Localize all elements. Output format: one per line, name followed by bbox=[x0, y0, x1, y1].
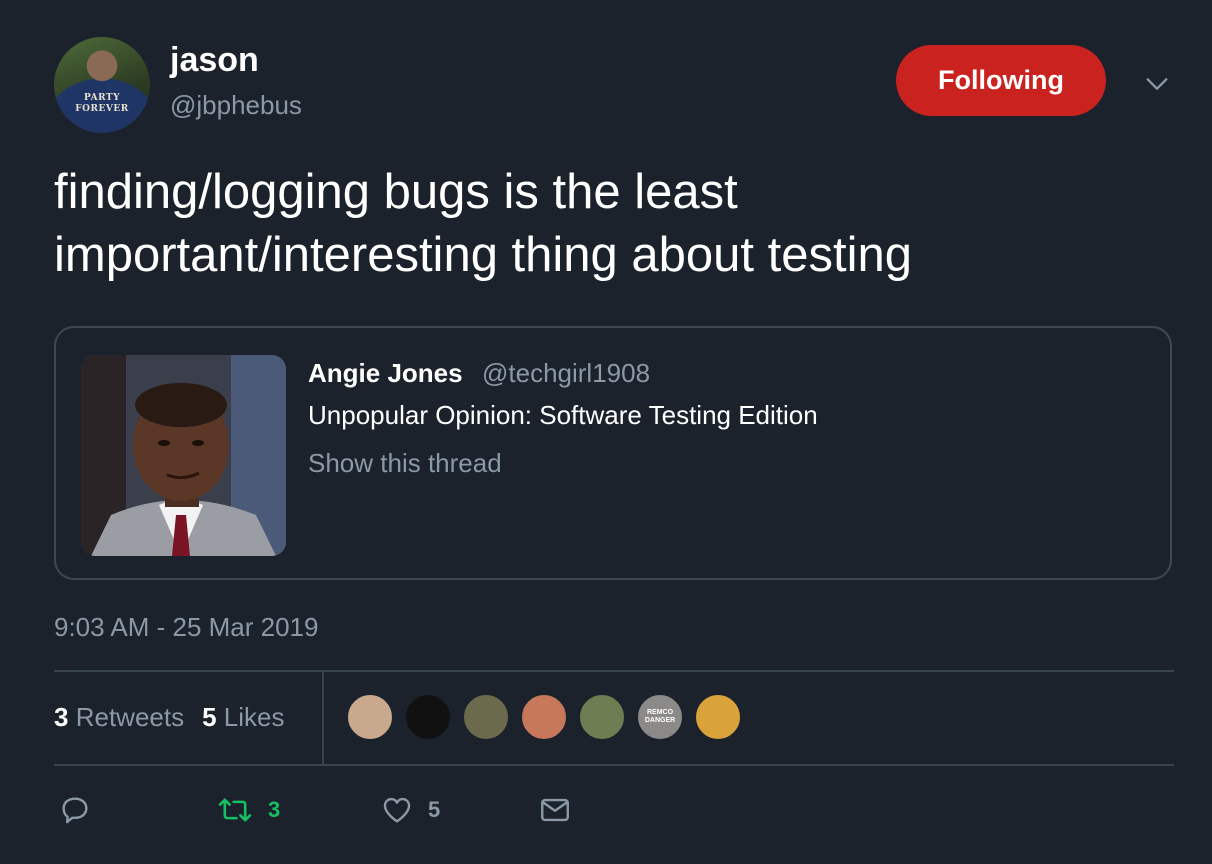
divider bbox=[54, 670, 1174, 672]
liker-6-avatar[interactable]: REMCO DANGER bbox=[636, 693, 684, 741]
tweet-text: finding/logging bugs is the least import… bbox=[54, 165, 913, 282]
author-display-name[interactable]: jason bbox=[170, 41, 259, 80]
chevron-down-icon[interactable] bbox=[1143, 70, 1171, 98]
envelope-icon bbox=[541, 798, 569, 822]
quoted-author-name[interactable]: Angie Jones bbox=[308, 358, 463, 389]
quoted-author-handle[interactable]: @techgirl1908 bbox=[482, 358, 650, 389]
author-avatar[interactable]: PARTY FOREVER bbox=[54, 37, 150, 133]
reply-icon bbox=[62, 797, 88, 824]
retweets-stat[interactable]: 3 Retweets bbox=[54, 702, 184, 732]
retweets-count: 3 bbox=[54, 702, 69, 732]
tweet-timestamp[interactable]: 9:03 AM - 25 Mar 2019 bbox=[54, 612, 318, 643]
direct-message-button[interactable] bbox=[538, 790, 572, 830]
likes-stat[interactable]: 5 Likes bbox=[202, 702, 284, 732]
heart-icon bbox=[383, 797, 411, 823]
quoted-tweet-text: Unpopular Opinion: Software Testing Edit… bbox=[308, 400, 818, 430]
divider bbox=[54, 764, 1174, 766]
following-button[interactable]: Following bbox=[896, 45, 1106, 116]
liker-4-avatar[interactable] bbox=[520, 693, 568, 741]
reply-button[interactable] bbox=[58, 790, 92, 830]
tweet-stats: 3 Retweets 5 Likes bbox=[54, 702, 285, 733]
liker-7-avatar[interactable] bbox=[694, 693, 742, 741]
show-thread-link[interactable]: Show this thread bbox=[308, 448, 502, 479]
liker-2-avatar[interactable] bbox=[404, 693, 452, 741]
quoted-tweet-card[interactable]: Angie Jones @techgirl1908 Unpopular Opin… bbox=[54, 326, 1172, 580]
liker-1-avatar[interactable] bbox=[346, 693, 394, 741]
author-handle[interactable]: @jbphebus bbox=[170, 90, 302, 121]
likes-count: 5 bbox=[202, 702, 217, 732]
retweet-action-count: 3 bbox=[268, 797, 281, 822]
liker-5-avatar[interactable] bbox=[578, 693, 626, 741]
liker-3-avatar[interactable] bbox=[462, 693, 510, 741]
retweet-button[interactable]: 3 bbox=[216, 790, 280, 830]
like-action-count: 5 bbox=[428, 797, 441, 822]
retweet-icon bbox=[218, 798, 252, 822]
like-button[interactable]: 5 bbox=[380, 790, 440, 830]
quoted-tweet-image bbox=[81, 355, 286, 556]
retweets-label: Retweets bbox=[75, 702, 185, 732]
avatar-shirt-text: PARTY FOREVER bbox=[75, 93, 129, 114]
likes-label: Likes bbox=[223, 702, 285, 732]
stats-divider bbox=[322, 672, 324, 764]
tweet-detail-page: PARTY FOREVER jason @jbphebus Following … bbox=[0, 0, 1212, 864]
